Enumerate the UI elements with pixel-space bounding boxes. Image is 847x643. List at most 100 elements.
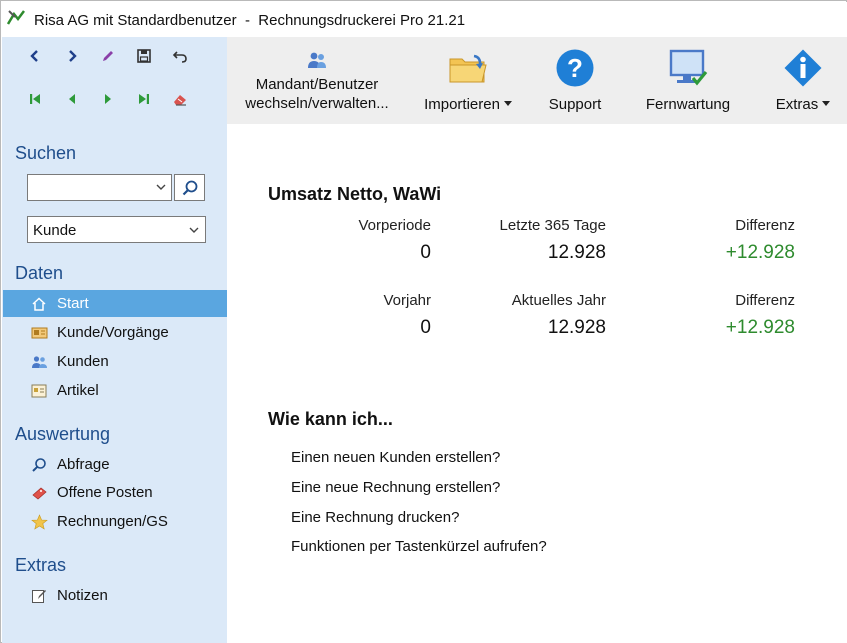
app-window: Risa AG mit Standardbenutzer - Rechnungs… (0, 0, 847, 643)
remote-maintenance-button[interactable]: Fernwartung (635, 37, 741, 124)
previous-year-label: Vorjahr (383, 292, 431, 309)
search-input[interactable] (27, 174, 172, 201)
sidebar-item-kunden[interactable]: Kunden (3, 348, 227, 375)
howto-link-shortcuts[interactable]: Funktionen per Tastenkürzel aufrufen? (291, 538, 547, 555)
record-navigation (2, 87, 227, 117)
import-button[interactable]: Importieren (415, 37, 521, 124)
sidebar-item-label: Artikel (57, 382, 99, 399)
customer-card-icon (30, 324, 48, 342)
previous-period-value: 0 (420, 242, 431, 263)
search-button[interactable] (174, 174, 205, 201)
monitor-check-icon (669, 49, 708, 86)
previous-period-label: Vorperiode (358, 217, 431, 234)
first-icon (30, 94, 40, 104)
search-type-value: Kunde (33, 222, 77, 239)
last-icon (139, 94, 149, 104)
revenue-title: Umsatz Netto, WaWi (268, 184, 442, 204)
sidebar-item-label: Start (57, 295, 89, 312)
extras-menu-button[interactable]: Extras (763, 37, 843, 124)
ribbon-toolbar: Mandant/Benutzer wechseln/verwalten... I… (227, 37, 847, 124)
current-year-value: 12.928 (547, 317, 606, 338)
back-button[interactable] (23, 44, 47, 68)
previous-icon (69, 94, 75, 104)
sidebar-item-kunde-vorgaenge[interactable]: Kunde/Vorgänge (3, 319, 227, 346)
last-record-button[interactable] (132, 87, 156, 111)
help-question-icon: ? (556, 49, 594, 87)
import-label: Importieren (415, 95, 521, 114)
sidebar-item-artikel[interactable]: Artikel (3, 377, 227, 404)
pencil-icon (103, 51, 113, 61)
chevron-down-icon (189, 227, 199, 233)
next-record-button[interactable] (96, 87, 120, 111)
edit-button[interactable] (96, 44, 120, 68)
dashboard-content: Umsatz Netto, WaWi Vorperiode 0 Letzte 3… (227, 124, 847, 643)
search-section-title: Suchen (15, 143, 77, 163)
users-icon (308, 52, 326, 68)
sidebar-item-notizen[interactable]: Notizen (3, 582, 227, 609)
eraser-icon (174, 95, 186, 106)
data-section-title: Daten (15, 263, 64, 283)
previous-year-value: 0 (420, 317, 431, 338)
ticket-icon (30, 484, 48, 502)
sidebar-item-offene-posten[interactable]: Offene Posten (3, 479, 227, 506)
chevron-left-icon (30, 50, 38, 62)
sidebar-item-rechnungen-gs[interactable]: Rechnungen/GS (3, 508, 227, 535)
star-icon (30, 513, 48, 531)
current-year-label: Aktuelles Jahr (511, 292, 606, 309)
first-record-button[interactable] (23, 87, 47, 111)
import-label-text: Importieren (424, 96, 500, 113)
difference-value: +12.928 (725, 317, 795, 338)
dropdown-caret-icon (503, 101, 512, 106)
last-365-days-label: Letzte 365 Tage (499, 217, 606, 234)
analysis-section-title: Auswertung (15, 424, 111, 444)
sidebar-item-abfrage[interactable]: Abfrage (3, 451, 227, 478)
switch-client-label-line2: wechseln/verwalten... (245, 95, 389, 112)
delete-record-button[interactable] (168, 87, 192, 111)
difference-value: +12.928 (725, 242, 795, 263)
forward-button[interactable] (60, 44, 84, 68)
previous-record-button[interactable] (60, 87, 84, 111)
sidebar-item-label: Abfrage (57, 456, 110, 473)
howto-title: Wie kann ich... (268, 409, 393, 429)
extras-section-title: Extras (15, 555, 67, 575)
svg-text:?: ? (567, 53, 583, 83)
extras-label-text: Extras (775, 96, 819, 113)
difference-label: Differenz (735, 292, 795, 309)
switch-client-button[interactable]: Mandant/Benutzer wechseln/verwalten... (237, 37, 397, 124)
sidebar-item-label: Kunde/Vorgänge (57, 324, 169, 341)
switch-client-label-line1: Mandant/Benutzer (255, 76, 379, 93)
last-365-days-value: 12.928 (547, 242, 606, 263)
howto-link-new-customer[interactable]: Einen neuen Kunden erstellen? (291, 449, 500, 466)
search-type-select[interactable]: Kunde (27, 216, 206, 243)
sidebar-item-label: Kunden (57, 353, 109, 370)
howto-link-print-invoice[interactable]: Eine Rechnung drucken? (291, 509, 459, 526)
search-icon (182, 180, 197, 195)
sidebar-item-label: Rechnungen/GS (57, 513, 168, 530)
save-button[interactable] (132, 44, 156, 68)
sidebar-item-label: Notizen (57, 587, 108, 604)
support-label: Support (548, 96, 602, 113)
support-button[interactable]: ? Support (535, 37, 615, 124)
magnifier-icon (30, 456, 48, 474)
window-title: Risa AG mit Standardbenutzer - Rechnungs… (34, 12, 466, 29)
undo-button[interactable] (168, 44, 192, 68)
difference-label: Differenz (735, 217, 795, 234)
note-edit-icon (30, 587, 48, 605)
chevron-down-icon[interactable] (155, 181, 167, 193)
sidebar-item-label: Offene Posten (57, 484, 153, 501)
navigation-toolbar (2, 44, 227, 74)
sidebar: Suchen Kunde Daten Start Kunde/Vorgänge (2, 37, 227, 643)
info-icon (784, 49, 822, 87)
app-logo-icon (6, 10, 25, 25)
howto-link-new-invoice[interactable]: Eine neue Rechnung erstellen? (291, 479, 500, 496)
floppy-disk-icon (137, 49, 151, 63)
title-bar: Risa AG mit Standardbenutzer - Rechnungs… (2, 2, 847, 37)
next-icon (105, 94, 111, 104)
remote-maintenance-label: Fernwartung (645, 96, 731, 113)
chevron-right-icon (69, 50, 77, 62)
home-icon (30, 295, 48, 313)
sidebar-item-start[interactable]: Start (3, 290, 227, 317)
dropdown-caret-icon (822, 101, 831, 106)
users-icon (30, 353, 48, 371)
extras-label: Extras (763, 95, 843, 114)
